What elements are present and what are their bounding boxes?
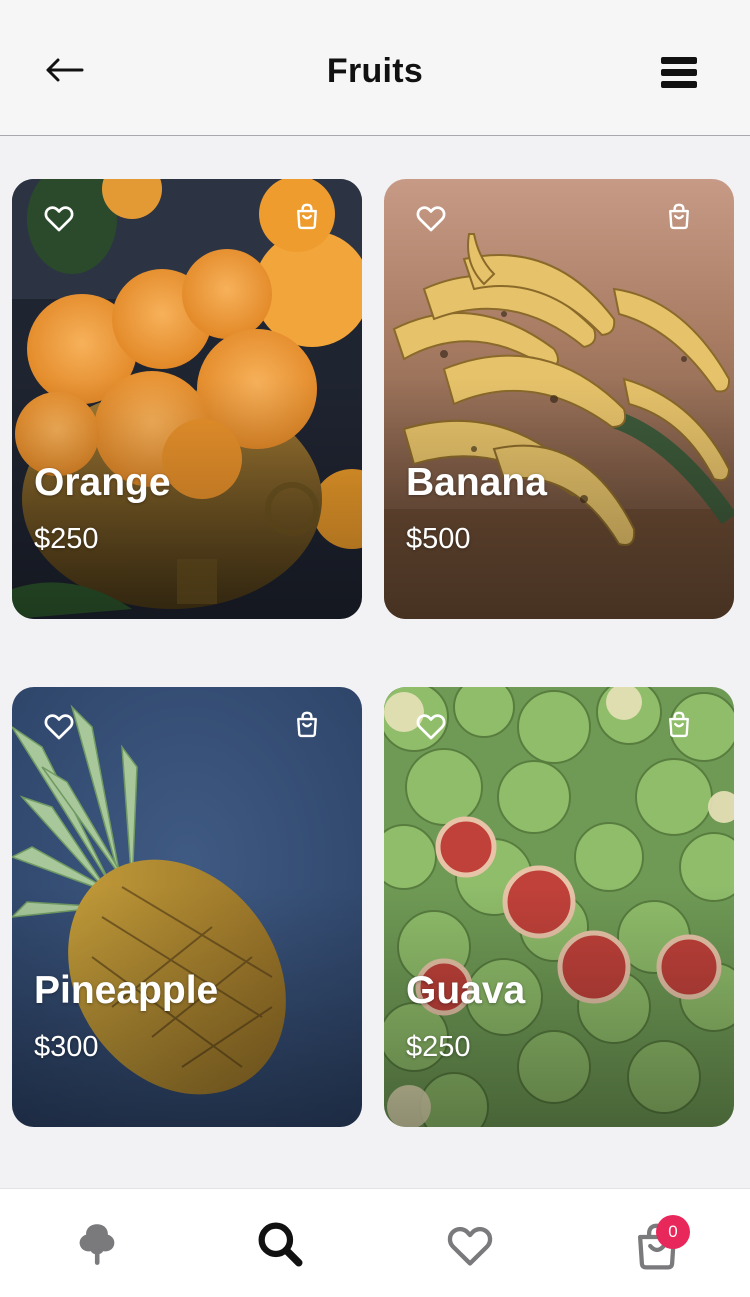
shopping-bag-icon — [669, 711, 689, 738]
heart-outline-icon — [416, 714, 446, 740]
favorite-button[interactable] — [42, 709, 76, 743]
top-navigation-bar: Fruits — [0, 0, 750, 136]
hamburger-menu-icon — [661, 57, 697, 88]
heart-outline-icon — [44, 714, 74, 740]
favorite-button[interactable] — [414, 709, 448, 743]
product-name: Pineapple — [34, 969, 219, 1012]
product-price: $300 — [34, 1031, 99, 1063]
product-price: $250 — [406, 1031, 471, 1063]
tab-home[interactable] — [72, 1219, 126, 1273]
tree-icon — [79, 1224, 115, 1265]
add-to-cart-button[interactable] — [664, 709, 698, 743]
product-price: $250 — [34, 523, 99, 555]
fruits-screen: Fruits Orange $250 Banana $500 Pineapple… — [0, 0, 750, 1297]
product-name: Banana — [406, 461, 547, 504]
bottom-tab-bar — [0, 1188, 750, 1297]
page-title: Fruits — [326, 52, 424, 90]
add-to-cart-button[interactable] — [664, 201, 698, 235]
menu-button[interactable] — [660, 54, 700, 94]
product-name: Orange — [34, 461, 171, 504]
product-card-guava[interactable]: Guava $250 — [384, 687, 734, 1127]
product-name: Guava — [406, 969, 526, 1012]
product-card-banana[interactable]: Banana $500 — [384, 179, 734, 619]
favorite-button[interactable] — [42, 201, 76, 235]
heart-outline-icon — [44, 206, 74, 232]
heart-outline-icon — [416, 206, 446, 232]
product-price: $500 — [406, 523, 471, 555]
shopping-bag-icon — [297, 711, 317, 738]
product-card-pineapple[interactable]: Pineapple $300 — [12, 687, 362, 1127]
product-card-orange[interactable]: Orange $250 — [12, 179, 362, 619]
search-icon — [258, 1222, 303, 1267]
shopping-bag-icon — [669, 203, 689, 230]
shopping-bag-icon — [297, 203, 317, 230]
favorite-button[interactable] — [414, 201, 448, 235]
add-to-cart-button[interactable] — [292, 201, 326, 235]
tab-favorites[interactable] — [444, 1219, 498, 1273]
add-to-cart-button[interactable] — [292, 709, 326, 743]
cart-count-badge: 0 — [656, 1215, 690, 1249]
heart-icon — [447, 1226, 493, 1266]
tab-search[interactable] — [255, 1219, 309, 1273]
